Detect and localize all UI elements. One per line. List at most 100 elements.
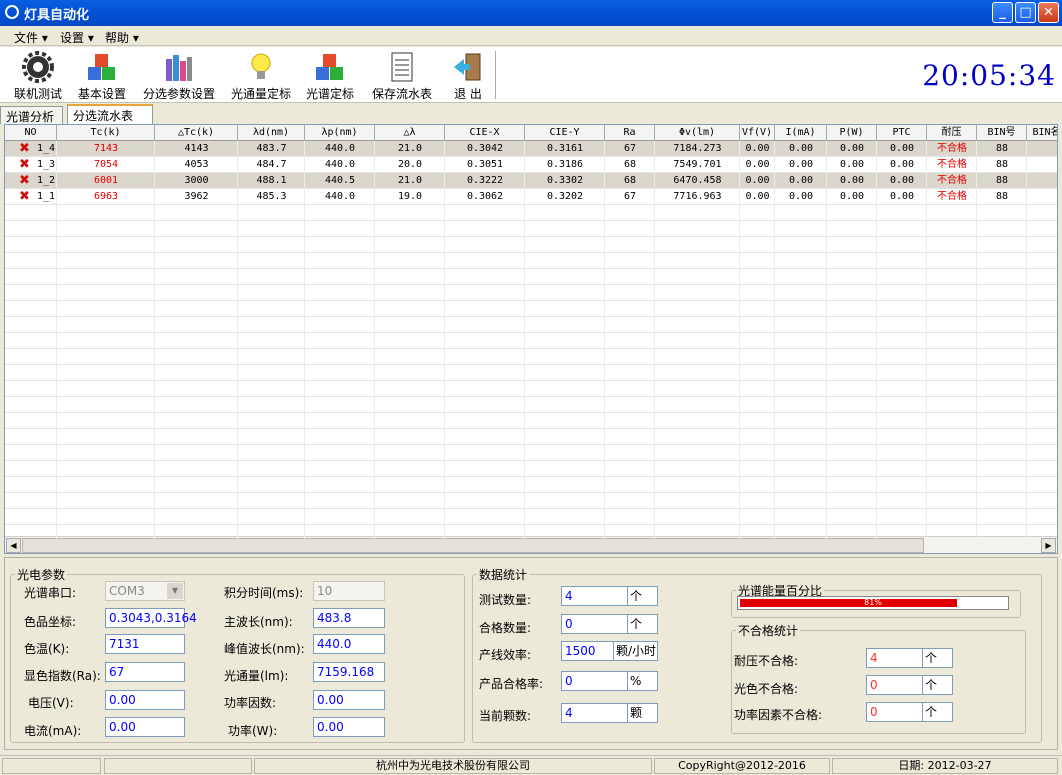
tab-spectrum-analysis[interactable]: 光谱分析 xyxy=(0,106,63,124)
column-header-p[interactable]: P(W) xyxy=(827,125,877,141)
table-row[interactable]: ✖ 1_3 7054 4053 484.7 440.0 20.0 0.3051 0.3186 68… xyxy=(5,157,1057,173)
column-header-ld[interactable]: λd(nm) xyxy=(238,125,305,141)
pass-count-field[interactable]: 0 xyxy=(561,614,628,634)
pass-rate-field[interactable]: 0 xyxy=(561,671,628,691)
menu-bar: 文件 ▾ 设置 ▾ 帮助 ▾ xyxy=(0,26,1062,46)
line-efficiency-field[interactable]: 1500 xyxy=(561,641,614,661)
table-cell-vf: 0.00 xyxy=(745,159,770,170)
grid-header: NO Tc(k) △Tc(k) λd(nm) λp(nm) △λ CIE-X CIE-Y Ra Φ… xyxy=(5,125,1057,141)
voltage-field[interactable]: 0.00 xyxy=(105,690,185,710)
current-count-field[interactable]: 4 xyxy=(561,703,628,723)
status-pane-empty xyxy=(2,758,101,774)
column-header-vf[interactable]: Vf(V) xyxy=(740,125,775,141)
power-factor-field[interactable]: 0.00 xyxy=(313,690,385,710)
horizontal-scrollbar[interactable]: ◀ ▶ xyxy=(5,536,1057,553)
group-title: 光电参数 xyxy=(17,568,66,582)
menu-help[interactable]: 帮助 ▾ xyxy=(105,29,139,46)
test-count-unit: 个 xyxy=(627,586,658,606)
hv-fail-field[interactable]: 4 xyxy=(866,648,923,668)
empty-row xyxy=(5,461,1057,477)
pf-fail-field[interactable]: 0 xyxy=(866,702,923,722)
column-header-tc[interactable]: Tc(k) xyxy=(57,125,155,141)
scroll-right-arrow[interactable]: ▶ xyxy=(1041,538,1056,553)
menu-file[interactable]: 文件 ▾ xyxy=(14,29,48,46)
table-cell-tc: 6001 xyxy=(93,175,119,186)
app-icon xyxy=(5,5,19,19)
sort-params-button[interactable]: 分选参数设置 xyxy=(143,51,215,102)
table-cell-tc: 7143 xyxy=(93,143,119,154)
empty-row xyxy=(5,493,1057,509)
column-header-ciey[interactable]: CIE-Y xyxy=(525,125,605,141)
current-field[interactable]: 0.00 xyxy=(105,717,185,737)
integ-time-field[interactable]: 10 xyxy=(313,581,385,601)
luminous-flux-field[interactable]: 7159.168 xyxy=(313,662,385,682)
column-header-i[interactable]: I(mA) xyxy=(775,125,827,141)
table-row[interactable]: ✖ 1_1 6963 3962 485.3 440.0 19.0 0.3062 0.3202 67… xyxy=(5,189,1057,205)
menu-settings[interactable]: 设置 ▾ xyxy=(60,29,94,46)
grid-line xyxy=(876,141,877,539)
chromaticity-field[interactable]: 0.3043,0.3164 xyxy=(105,608,197,628)
document-icon xyxy=(386,51,418,83)
column-header-bin-name[interactable]: BIN名 xyxy=(1027,125,1057,141)
maximize-button[interactable]: □ xyxy=(1015,2,1036,23)
tab-sorting-log[interactable]: 分选流水表 xyxy=(67,104,153,124)
empty-row xyxy=(5,397,1057,413)
column-header-ra[interactable]: Ra xyxy=(605,125,655,141)
data-grid[interactable]: NO Tc(k) △Tc(k) λd(nm) λp(nm) △λ CIE-X CIE-Y Ra Φ… xyxy=(4,124,1058,554)
table-cell-dl: 20.0 xyxy=(397,159,423,170)
test-count-field[interactable]: 4 xyxy=(561,586,628,606)
table-cell-ciex: 0.3051 xyxy=(466,159,504,170)
pass-rate-unit: % xyxy=(627,671,658,691)
column-header-dtc[interactable]: △Tc(k) xyxy=(155,125,238,141)
save-log-button[interactable]: 保存流水表 xyxy=(372,51,432,102)
table-cell-dl: 19.0 xyxy=(397,191,423,202)
empty-row xyxy=(5,317,1057,333)
empty-row xyxy=(5,205,1057,221)
column-header-hv[interactable]: 耐压 xyxy=(927,125,977,141)
exit-button[interactable]: 退 出 xyxy=(452,51,484,102)
flux-calibration-button[interactable]: 光通量定标 xyxy=(231,51,291,102)
table-row[interactable]: ✖ 1_2 6001 3000 488.1 440.5 21.0 0.3222 0.3302 68… xyxy=(5,173,1057,189)
column-header-flux[interactable]: Φv(lm) xyxy=(655,125,740,141)
table-cell-ra: 68 xyxy=(623,159,637,170)
peak-wavelength-field[interactable]: 440.0 xyxy=(313,634,385,654)
power-factor-label: 功率因数: xyxy=(224,696,277,710)
cct-field[interactable]: 7131 xyxy=(105,634,185,654)
column-header-bin-no[interactable]: BIN号 xyxy=(977,125,1027,141)
toolbar-label: 光通量定标 xyxy=(231,87,292,101)
column-header-lp[interactable]: λp(nm) xyxy=(305,125,375,141)
empty-row xyxy=(5,221,1057,237)
power-field[interactable]: 0.00 xyxy=(313,717,385,737)
basic-settings-button[interactable]: 基本设置 xyxy=(78,51,126,102)
empty-row xyxy=(5,333,1057,349)
table-cell-hv: 不合格 xyxy=(937,143,967,154)
current-count-unit: 颗 xyxy=(627,703,658,723)
table-cell-lp: 440.0 xyxy=(324,191,356,202)
scroll-thumb[interactable] xyxy=(22,538,924,553)
table-cell-bin-name xyxy=(1027,173,1057,189)
column-header-ciex[interactable]: CIE-X xyxy=(445,125,525,141)
minimize-button[interactable]: _ xyxy=(992,2,1013,23)
dominant-wavelength-field[interactable]: 483.8 xyxy=(313,608,385,628)
column-header-dl[interactable]: △λ xyxy=(375,125,445,141)
cubes-icon xyxy=(314,51,346,83)
table-cell-dtc: 4143 xyxy=(184,143,209,154)
column-header-ptc[interactable]: PTC xyxy=(877,125,927,141)
connect-test-button[interactable]: 联机测试 xyxy=(14,51,62,102)
table-cell-i: 0.00 xyxy=(788,175,814,186)
column-header-no[interactable]: NO xyxy=(5,125,57,141)
current-label: 电流(mA): xyxy=(24,724,82,738)
port-select[interactable]: COM3 ▼ xyxy=(105,581,185,601)
close-button[interactable]: ✕ xyxy=(1038,2,1059,23)
table-cell-p: 0.00 xyxy=(839,191,865,202)
cri-field[interactable]: 67 xyxy=(105,662,185,682)
group-title: 数据统计 xyxy=(479,568,528,582)
table-cell-dtc: 3962 xyxy=(184,191,209,202)
table-row[interactable]: ✖ 1_4 7143 4143 483.7 440.0 21.0 0.3042 0.3161 67… xyxy=(5,141,1057,157)
toolbar-label: 基本设置 xyxy=(78,87,127,101)
color-fail-field[interactable]: 0 xyxy=(866,675,923,695)
spectrum-calibration-button[interactable]: 光谱定标 xyxy=(306,51,354,102)
scroll-left-arrow[interactable]: ◀ xyxy=(6,538,21,553)
toolbar-label: 光谱定标 xyxy=(306,87,355,101)
table-cell-dl: 21.0 xyxy=(397,143,423,154)
